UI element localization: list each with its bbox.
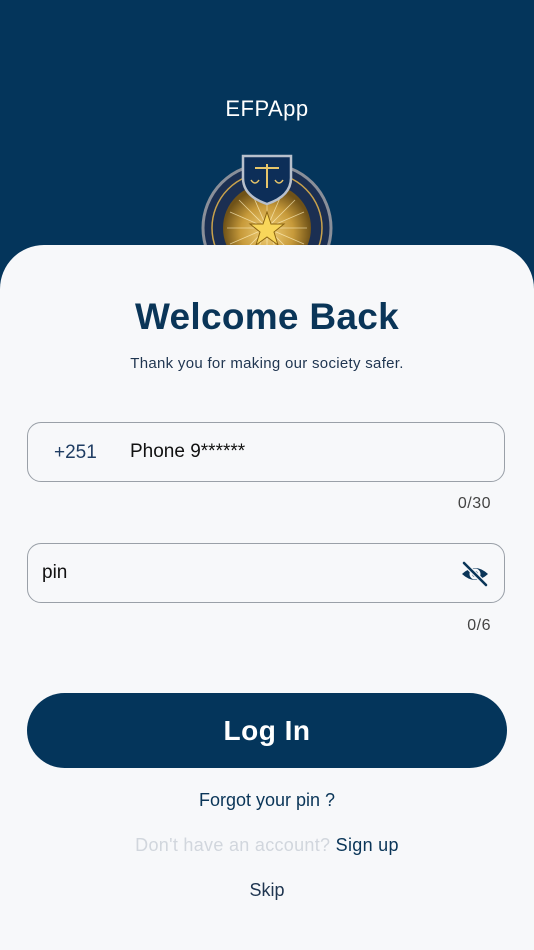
phone-field[interactable]: +251 [27, 422, 505, 482]
pin-field[interactable] [27, 543, 505, 603]
app-title: EFPApp [225, 96, 309, 121]
login-button[interactable]: Log In [27, 693, 507, 768]
pin-character-counter: 0/6 [467, 617, 491, 634]
login-screen: EFPApp Welcome Back Thank you for making… [0, 0, 534, 950]
signup-prompt: Don't have an account? [135, 835, 331, 855]
country-code-label[interactable]: +251 [54, 442, 97, 464]
pin-input[interactable] [42, 554, 422, 592]
phone-character-counter: 0/30 [457, 495, 491, 512]
signup-link[interactable]: Sign up [336, 835, 399, 855]
signup-row: Don't have an account? Sign up [0, 835, 534, 856]
page-title: Welcome Back [134, 296, 400, 337]
skip-link[interactable]: Skip [0, 880, 534, 901]
forgot-pin-link[interactable]: Forgot your pin ? [0, 790, 534, 811]
page-subtitle: Thank you for making our society safer. [130, 355, 404, 372]
eye-off-icon[interactable] [460, 559, 490, 589]
phone-input[interactable] [130, 433, 470, 471]
